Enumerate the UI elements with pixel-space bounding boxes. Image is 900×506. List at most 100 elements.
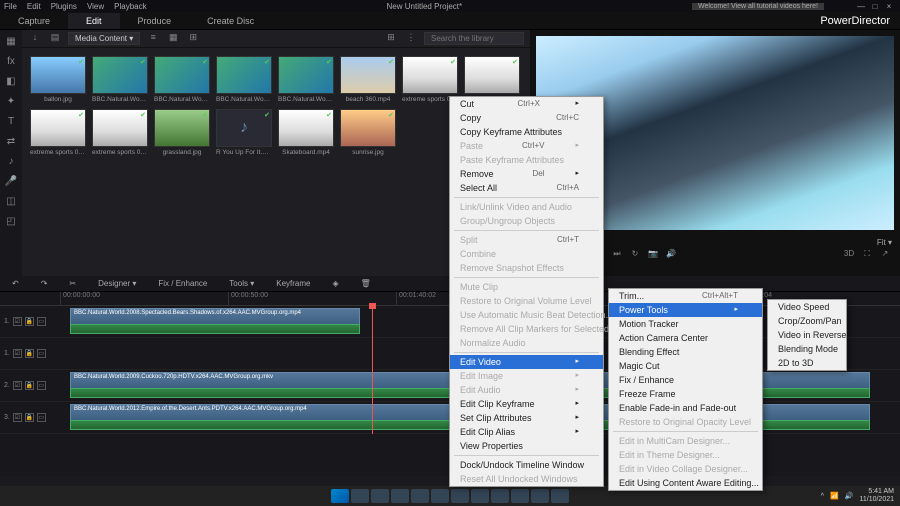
media-thumbnail[interactable]: ✔sunrise.jpg [340,109,396,156]
fix-enhance-button[interactable]: Fix / Enhance [152,279,213,288]
keyframe-button[interactable]: Keyframe [270,279,316,288]
menu-item[interactable]: Fix / Enhance [609,373,762,387]
menu-item[interactable]: Trim...Ctrl+Alt+T [609,289,762,303]
minimize-button[interactable]: — [854,2,868,11]
tray-chevron-icon[interactable]: ^ [821,493,824,500]
menu-item[interactable]: Dock/Undock Timeline Window [450,458,603,472]
undo-button[interactable]: ↶ [6,279,25,288]
track-header[interactable]: 2.☑🔒▭ [0,370,60,402]
media-thumbnail[interactable]: ✔BBC.Natural.World.2... [92,56,148,103]
library-grid-icon[interactable]: ⊞ [384,32,398,46]
media-thumbnail[interactable]: ✔BBC.Natural.World.2... [216,56,272,103]
menu-item[interactable]: Select AllCtrl+A [450,181,603,195]
media-thumbnail[interactable]: ✔extreme sports 04.jpg [92,109,148,156]
tab-produce[interactable]: Produce [120,13,190,29]
media-content-dropdown[interactable]: Media Content ▾ [68,32,140,45]
menu-item[interactable]: Magic Cut [609,359,762,373]
menu-item[interactable]: Power Tools [609,303,762,317]
edge-icon[interactable] [431,489,449,503]
app-icon[interactable] [511,489,529,503]
chapter-room-icon[interactable]: ◫ [3,194,19,210]
track-header[interactable]: 3.☑🔒▭ [0,402,60,434]
import-icon[interactable]: ↓ [28,32,42,46]
search-taskbar-icon[interactable] [351,489,369,503]
menu-item[interactable]: Edit Using Content Aware Editing... [609,476,762,490]
effect-room-icon[interactable]: fx [3,54,19,70]
tab-create-disc[interactable]: Create Disc [189,13,272,29]
menu-view[interactable]: View [87,2,104,11]
title-room-icon[interactable]: T [3,114,19,130]
lock-icon[interactable]: 🔒 [25,317,34,326]
menu-item[interactable]: CopyCtrl+C [450,111,603,125]
loop-button[interactable]: ↻ [628,249,642,263]
media-thumbnail[interactable]: ✔BBC.Natural.World.2... [154,56,210,103]
visibility-icon[interactable]: ☑ [13,349,22,358]
lock-icon[interactable]: 🔒 [25,381,34,390]
menu-item[interactable]: Blending Effect [609,345,762,359]
menu-item[interactable]: Motion Tracker [609,317,762,331]
snapshot-button[interactable]: 📷 [646,249,660,263]
menu-item[interactable]: Edit Clip Alias [450,425,603,439]
library-menu-icon[interactable]: ⋮ [404,32,418,46]
menu-item[interactable]: Freeze Frame [609,387,762,401]
menu-item[interactable]: Video in Reverse [768,328,846,342]
media-thumbnail[interactable]: ✔grassland.jpg [154,109,210,156]
menu-item[interactable]: Set Clip Attributes [450,411,603,425]
visibility-icon[interactable]: ☑ [13,317,22,326]
menu-item[interactable]: Enable Fade-in and Fade-out [609,401,762,415]
explorer-icon[interactable] [411,489,429,503]
lock-icon[interactable]: 🔒 [25,349,34,358]
menu-edit[interactable]: Edit [27,2,41,11]
tray-volume-icon[interactable]: 🔊 [845,492,854,500]
lock-icon[interactable]: 🔒 [25,413,34,422]
media-room-icon[interactable]: ▦ [3,34,19,50]
app-icon[interactable] [491,489,509,503]
volume-button[interactable]: 🔊 [664,249,678,263]
menu-item[interactable]: CutCtrl+X [450,97,603,111]
popout-button[interactable]: ↗ [878,249,892,263]
tab-edit[interactable]: Edit [68,13,120,29]
marker-icon[interactable]: ◈ [326,279,344,288]
view-grid-icon[interactable]: ▦ [166,32,180,46]
view-list-icon[interactable]: ≡ [146,32,160,46]
app-icon[interactable] [531,489,549,503]
menu-item[interactable]: 2D to 3D [768,356,846,370]
app-icon[interactable] [471,489,489,503]
particle-room-icon[interactable]: ✦ [3,94,19,110]
view-detail-icon[interactable]: ⊞ [186,32,200,46]
visibility-icon[interactable]: ☑ [13,413,22,422]
audio-room-icon[interactable]: ♪ [3,154,19,170]
maximize-button[interactable]: □ [868,2,882,11]
task-view-icon[interactable] [371,489,389,503]
menu-item[interactable]: Copy Keyframe Attributes [450,125,603,139]
voice-room-icon[interactable]: 🎤 [3,174,19,190]
welcome-notice[interactable]: Welcome! View all tutorial videos here! [692,3,824,10]
trash-icon[interactable]: 🗑 [355,279,377,288]
powerdirector-taskbar-icon[interactable] [551,489,569,503]
cut-tool-icon[interactable]: ✂ [63,279,82,288]
menu-item[interactable]: Crop/Zoom/Pan [768,314,846,328]
timeline-audio-clip[interactable] [70,324,360,334]
media-thumbnail[interactable]: ♪✔R You Up For It.m4a [216,109,272,156]
widgets-icon[interactable] [391,489,409,503]
subtitle-room-icon[interactable]: ◰ [3,214,19,230]
start-button[interactable] [331,489,349,503]
menu-item[interactable]: Video Speed [768,300,846,314]
close-button[interactable]: × [882,2,896,11]
pip-room-icon[interactable]: ◧ [3,74,19,90]
track-header[interactable]: 1.☑🔒▭ [0,306,60,338]
menu-item[interactable]: RemoveDel [450,167,603,181]
visibility-icon[interactable]: ☑ [13,381,22,390]
menu-item[interactable]: Edit Clip Keyframe [450,397,603,411]
media-thumbnail[interactable]: ✔BBC.Natural.World.2... [278,56,334,103]
fullscreen-button[interactable]: ⛶ [860,249,874,263]
media-thumbnail[interactable]: ✔beach 360.mp4 [340,56,396,103]
menu-playback[interactable]: Playback [114,2,146,11]
3d-button[interactable]: 3D [842,249,856,263]
media-thumbnail[interactable]: ✔Skateboard.mp4 [278,109,334,156]
system-tray[interactable]: ^ 📶 🔊 5:41 AM 11/10/2021 [821,488,894,504]
track-header[interactable]: 1.☑🔒▭ [0,338,60,370]
media-thumbnail[interactable]: ✔extreme sports 03.jpg [30,109,86,156]
menu-item[interactable]: View Properties [450,439,603,453]
step-button[interactable]: ⏭ [610,249,624,263]
